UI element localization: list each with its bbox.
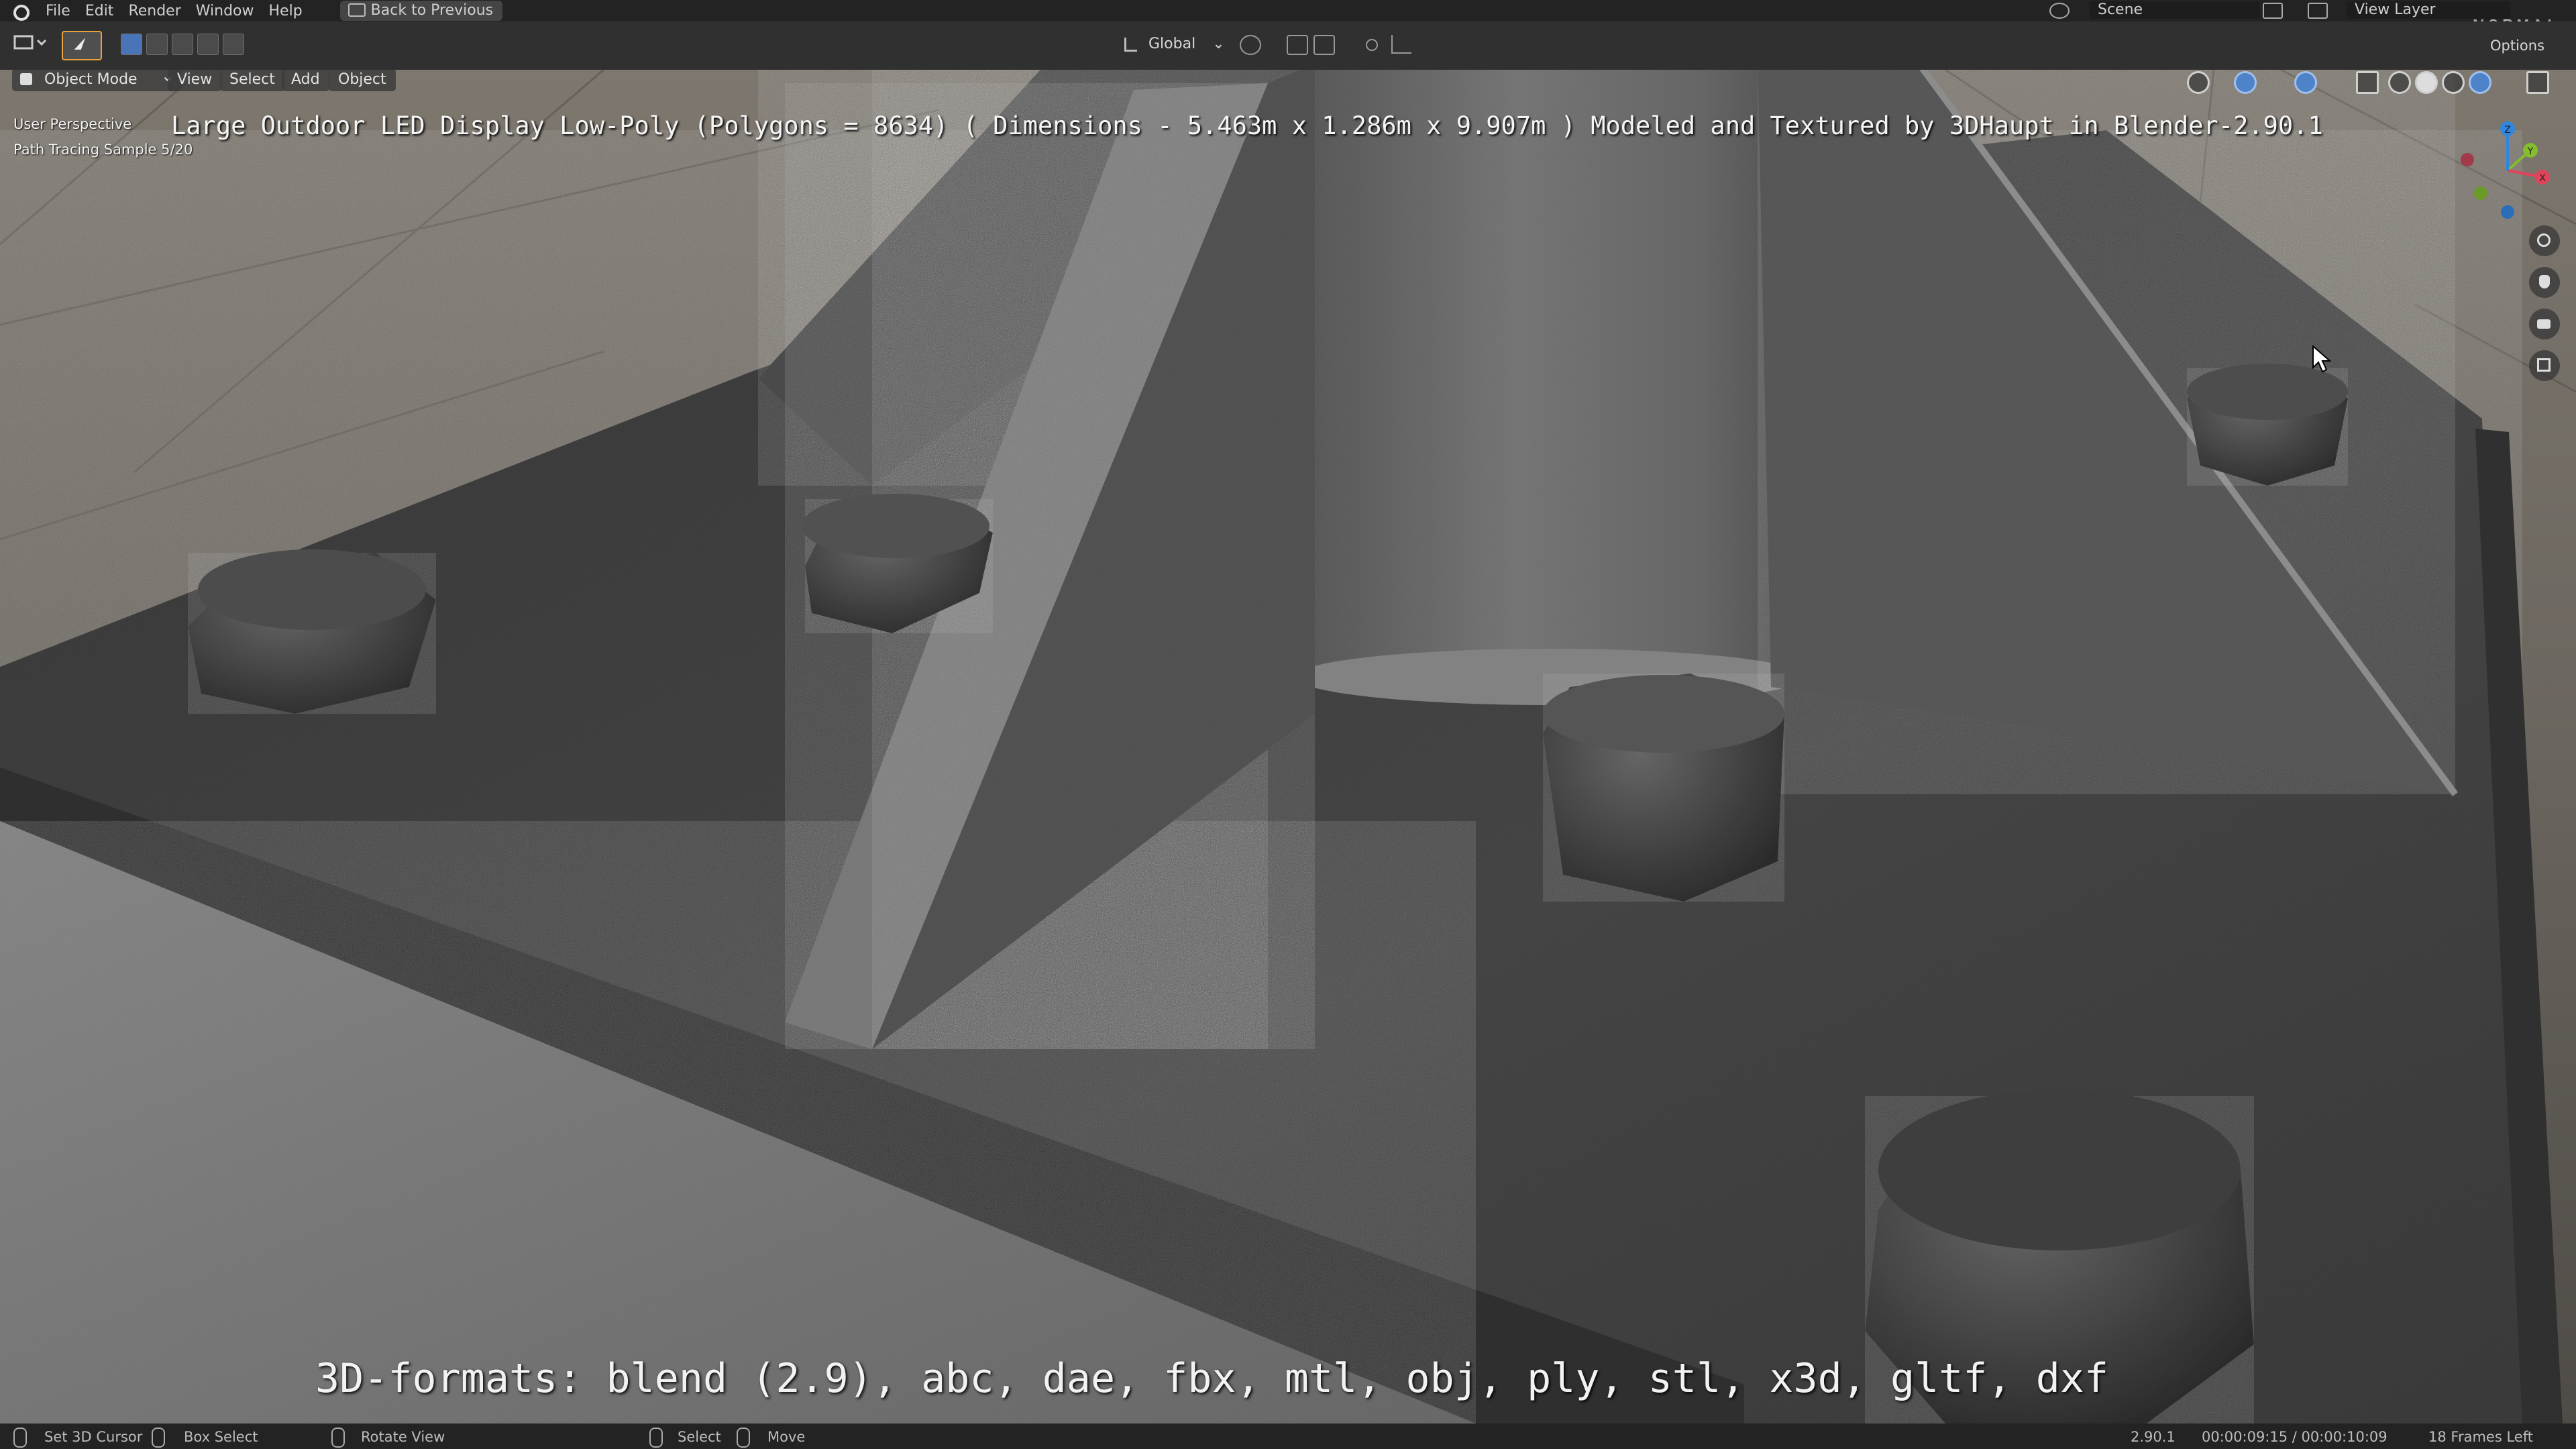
scene-selector[interactable]: Scene [2049,1,2283,19]
scene-icon [2049,3,2070,19]
3d-viewport[interactable]: Object Mode View Select Add Object User … [0,70,2576,1424]
toggle-perspective-button[interactable] [2529,350,2560,381]
gizmo-toggle-icon[interactable] [2234,71,2257,94]
select-mode-new-button[interactable] [121,34,142,55]
new-scene-icon[interactable] [2263,3,2283,19]
viewport-header: Object Mode View Select Add Object [0,70,2576,105]
gizmo-x-label: X [2539,173,2546,184]
tool-header: Global ⌄ Options [0,21,2576,70]
screen-back-icon [347,3,366,17]
mouse-left-icon-2 [649,1428,663,1448]
viewport-info: User Perspective Path Tracing Sample 5/2… [13,111,193,162]
object-mode-label: Object Mode [44,71,138,88]
menu-edit[interactable]: Edit [85,3,114,19]
select-mode-subtract-button[interactable] [172,34,193,55]
grid-icon [2537,358,2551,372]
hint-move: Move [767,1429,806,1445]
magnifier-icon [2537,233,2551,247]
mouse-cursor-icon [2312,345,2332,373]
mouse-drag-icon-2 [737,1428,750,1448]
camera-view-button[interactable] [2529,309,2560,339]
transform-orientation-value: Global [1148,36,1196,52]
navigation-gizmo[interactable]: Y X Z [2454,113,2568,227]
proportional-falloff-icon[interactable] [1391,35,1411,54]
hand-icon [2539,275,2550,288]
view-perspective-label: User Perspective [13,116,132,132]
menu-render[interactable]: Render [128,3,180,19]
status-bar: Set 3D Cursor Box Select Rotate View Sel… [0,1424,2576,1449]
visibility-icon[interactable] [2187,71,2210,94]
render-progress-label: Path Tracing Sample 5/20 [13,142,193,158]
options-dropdown[interactable]: Options [2490,38,2544,54]
select-menu[interactable]: Select [220,70,284,91]
hint-rotate-view: Rotate View [361,1429,445,1445]
model-title-caption: Large Outdoor LED Display Low-Poly (Poly… [171,111,2323,140]
select-mode-invert-button[interactable] [197,34,219,55]
formats-caption: 3D-formats: blend (2.9), abc, dae, fbx, … [315,1355,2109,1402]
camera-icon [2537,319,2551,329]
gizmo-y-label: Y [2527,146,2534,157]
pan-view-button[interactable] [2529,267,2560,298]
gizmo-neg-y[interactable] [2474,186,2487,200]
select-tool-button[interactable] [62,31,102,60]
view-menu[interactable]: View [168,70,222,91]
pause-render-icon[interactable] [2526,71,2549,94]
object-menu[interactable]: Object [329,70,396,91]
solid-shading-icon[interactable] [2415,71,2438,94]
xray-toggle-icon[interactable] [2356,71,2379,94]
gizmo-neg-z[interactable] [2501,205,2514,219]
add-menu[interactable]: Add [282,70,329,91]
hint-box-select: Box Select [184,1429,258,1445]
render-time: 00:00:09:15 / 00:00:10:09 [2202,1429,2387,1445]
rendered-shading-icon[interactable] [2469,71,2491,94]
gizmo-z-label: Z [2504,125,2511,136]
blender-logo-icon[interactable] [9,1,32,21]
back-to-previous-label: Back to Previous [370,2,494,19]
hint-select: Select [678,1429,721,1445]
overlay-toggle-icon[interactable] [2294,71,2317,94]
top-menu-bar: File Edit Render Window Help Back to Pre… [0,0,2576,40]
select-mode-extend-button[interactable] [146,34,168,55]
menu-window[interactable]: Window [196,3,254,19]
render-scene [0,70,2576,1424]
view-layer-icon [2308,3,2328,19]
transform-orientation-dropdown[interactable]: Global ⌄ [1122,31,1225,58]
wireframe-shading-icon[interactable] [2388,71,2411,94]
object-mode-icon [20,73,32,85]
frames-left: 18 Frames Left [2428,1429,2533,1445]
scene-name-field[interactable]: Scene [2090,1,2260,19]
proportional-editing-icon[interactable] [1366,39,1378,51]
back-to-previous-button[interactable]: Back to Previous [339,1,503,21]
menu-file[interactable]: File [46,3,70,19]
material-shading-icon[interactable] [2442,71,2465,94]
editor-type-dropdown[interactable] [11,31,51,54]
hint-set-3d-cursor: Set 3D Cursor [44,1429,143,1445]
snap-target-icon[interactable] [1313,35,1335,55]
gizmo-neg-x[interactable] [2461,153,2474,166]
blender-version: 2.90.1 [2131,1429,2176,1445]
snap-icon[interactable] [1287,35,1308,55]
menu-help[interactable]: Help [269,3,303,19]
select-mode-intersect-button[interactable] [223,34,244,55]
bolt [188,549,436,714]
mouse-middle-icon [331,1428,345,1448]
3d-viewport-editor-icon [13,35,47,50]
mouse-drag-icon [152,1428,165,1448]
object-mode-dropdown[interactable]: Object Mode [12,70,181,91]
chevron-down-icon: ⌄ [1212,36,1225,52]
pivot-point-icon[interactable] [1240,35,1261,55]
mouse-left-icon [13,1428,27,1448]
zoom-view-button[interactable] [2529,225,2560,256]
